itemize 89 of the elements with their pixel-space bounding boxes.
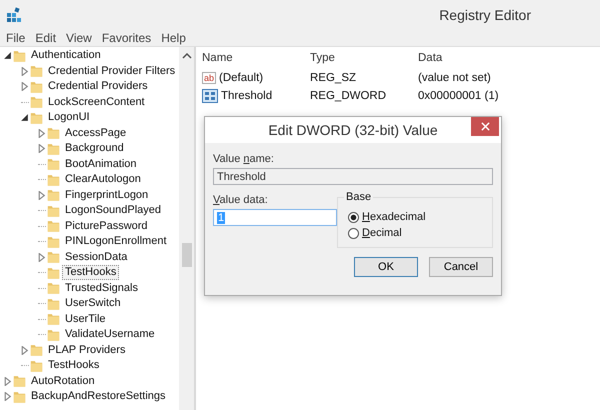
tree-item[interactable]: FingerprintLogon [62, 188, 152, 203]
radio-label[interactable]: Decimal [362, 227, 402, 239]
radio-button[interactable] [348, 212, 359, 222]
tree-item[interactable]: ClearAutologon [62, 172, 144, 188]
folder-icon [13, 374, 26, 388]
radio-label[interactable]: Hexadecimal [362, 211, 426, 223]
expanded-arrow-icon[interactable] [20, 113, 29, 122]
menu-item[interactable]: Edit [35, 31, 56, 45]
value-name: Threshold [221, 90, 272, 102]
menu-item[interactable]: File [6, 31, 26, 45]
tree-item[interactable]: TestHooks [62, 265, 120, 280]
tree-item[interactable]: PicturePassword [62, 218, 151, 234]
tree-item[interactable]: TrustedSignals [62, 280, 141, 296]
column-header[interactable]: Data [418, 52, 578, 64]
tree-item[interactable]: UserSwitch [62, 296, 124, 312]
registry-cubes-icon [6, 7, 22, 23]
collapsed-arrow-icon[interactable] [20, 82, 29, 92]
menu-item[interactable]: Favorites [102, 31, 152, 45]
collapsed-arrow-icon[interactable] [3, 392, 12, 402]
collapsed-arrow-icon[interactable] [37, 144, 46, 154]
collapsed-arrow-icon[interactable] [37, 128, 46, 138]
folder-icon [47, 204, 60, 218]
tree-item[interactable]: BackupAndRestoreSettings [28, 389, 169, 404]
dialog-title: Edit DWORD (32-bit) Value [268, 122, 438, 138]
tree-item[interactable]: ValidateUsername [62, 327, 158, 342]
collapsed-arrow-icon[interactable] [20, 66, 29, 76]
tree-item[interactable]: Background [62, 141, 127, 156]
menu-item[interactable]: Help [161, 31, 186, 45]
folder-icon [47, 157, 60, 172]
tree-item[interactable]: LogonSoundPlayed [62, 203, 164, 218]
folder-icon [13, 390, 26, 404]
folder-icon [47, 312, 60, 326]
folder-icon [30, 110, 43, 125]
tree-item[interactable]: AccessPage [62, 126, 130, 141]
column-header[interactable]: Name [202, 52, 310, 64]
window-title: Registry Editor [439, 7, 531, 23]
scrollbar-thumb[interactable] [182, 243, 192, 267]
folder-icon [30, 95, 43, 110]
folder-icon [13, 48, 26, 63]
folder-icon [47, 281, 60, 296]
tree-item[interactable]: Credential Provider Filters [45, 64, 178, 79]
value-name-label: Value name: [213, 153, 275, 165]
folder-icon [47, 250, 60, 264]
dialog-button[interactable]: OK [354, 257, 418, 277]
collapsed-arrow-icon[interactable] [37, 190, 46, 200]
close-button[interactable] [471, 117, 499, 136]
collapsed-arrow-icon[interactable] [3, 376, 12, 386]
value-type: REG_SZ [310, 72, 358, 84]
folder-icon [47, 296, 60, 311]
expanded-arrow-icon[interactable] [3, 51, 12, 60]
base-group-label: Base [344, 191, 374, 203]
value-name-field[interactable]: Threshold [213, 168, 493, 185]
tree-item[interactable]: BootAnimation [62, 156, 140, 172]
folder-icon [30, 358, 43, 373]
tree-item[interactable]: PINLogonEnrollment [62, 234, 170, 250]
folder-icon [47, 188, 60, 202]
value-data-label: Value data: [213, 194, 269, 206]
folder-icon [47, 219, 60, 234]
value-data: 0x00000001 (1) [418, 90, 500, 102]
binary-value-icon [202, 89, 218, 103]
tree-item[interactable]: SessionData [62, 250, 130, 265]
value-data: (value not set) [418, 72, 492, 84]
tree-item[interactable]: LockScreenContent [45, 94, 148, 110]
collapsed-arrow-icon[interactable] [20, 346, 29, 355]
string-value-icon: ab [202, 72, 216, 84]
folder-icon [30, 64, 43, 78]
folder-icon [47, 142, 60, 156]
radio-button[interactable] [348, 228, 359, 238]
value-type: REG_DWORD [310, 90, 388, 102]
value-name: (Default) [219, 72, 264, 84]
tree-item[interactable]: TestHooks [45, 358, 102, 374]
close-icon [480, 122, 490, 131]
tree-item[interactable]: Credential Providers [45, 79, 151, 94]
tree-item[interactable]: Authentication [28, 48, 104, 64]
folder-icon [30, 80, 43, 94]
column-header[interactable]: Type [310, 52, 418, 64]
menu-item[interactable]: View [66, 31, 92, 45]
folder-icon [47, 126, 60, 140]
tree-item[interactable]: LogonUI [45, 110, 93, 126]
folder-icon [47, 266, 60, 280]
folder-icon [47, 172, 60, 187]
folder-icon [47, 328, 60, 342]
tree-item[interactable]: AutoRotation [28, 374, 98, 389]
collapsed-arrow-icon[interactable] [37, 252, 46, 262]
folder-icon [47, 234, 60, 249]
folder-icon [30, 343, 43, 358]
tree-item[interactable]: UserTile [62, 312, 109, 327]
dialog-button[interactable]: Cancel [429, 257, 493, 277]
tree-item[interactable]: PLAP Providers [45, 342, 128, 358]
